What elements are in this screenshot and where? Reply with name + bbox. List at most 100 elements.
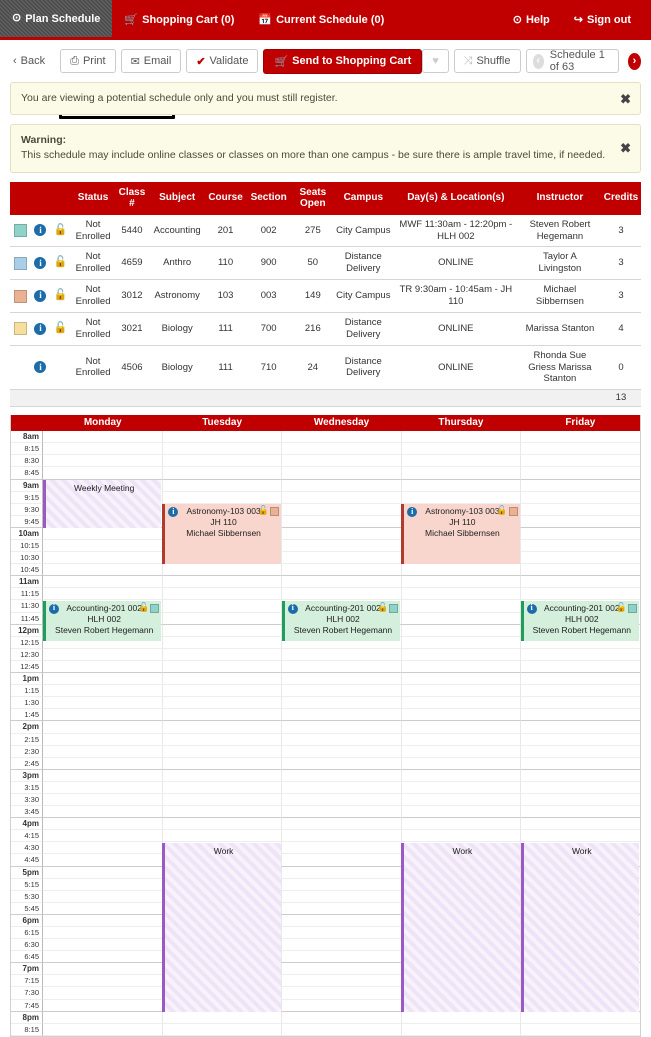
calendar-slot[interactable] xyxy=(43,830,163,843)
calendar-slot[interactable] xyxy=(43,902,163,915)
calendar-slot[interactable] xyxy=(282,540,402,553)
calendar-slot[interactable] xyxy=(401,612,522,625)
course-color-swatch-cell[interactable] xyxy=(10,312,32,346)
calendar-slot[interactable] xyxy=(401,636,522,649)
calendar-slot[interactable] xyxy=(43,733,163,746)
calendar-slot[interactable] xyxy=(162,769,283,782)
calendar-slot[interactable] xyxy=(282,999,402,1012)
calendar-slot[interactable] xyxy=(162,697,283,710)
calendar-slot[interactable] xyxy=(162,733,283,746)
calendar-slot[interactable] xyxy=(521,781,640,794)
calendar-slot[interactable] xyxy=(282,818,402,831)
calendar-slot[interactable] xyxy=(162,673,283,686)
calendar-slot[interactable] xyxy=(401,818,522,831)
validate-button[interactable]: ✔ Validate xyxy=(186,49,259,73)
calendar-slot[interactable] xyxy=(282,491,402,504)
calendar-slot[interactable] xyxy=(43,999,163,1012)
calendar-slot[interactable] xyxy=(401,455,522,468)
calendar-slot[interactable] xyxy=(282,1011,402,1024)
calendar-slot[interactable] xyxy=(401,588,522,601)
info-icon[interactable]: i xyxy=(34,289,47,302)
calendar-slot[interactable] xyxy=(162,781,283,794)
calendar-slot[interactable] xyxy=(401,431,522,444)
calendar-event-accounting-friday[interactable]: i 🔓 Accounting-201 002 HLH 002 Steven Robert… xyxy=(520,600,639,641)
calendar-slot[interactable] xyxy=(162,806,283,819)
calendar-slot[interactable] xyxy=(401,467,522,480)
calendar-slot[interactable] xyxy=(282,673,402,686)
calendar-slot[interactable] xyxy=(162,709,283,722)
calendar-slot[interactable] xyxy=(43,806,163,819)
calendar-slot[interactable] xyxy=(521,479,640,492)
unlock-icon[interactable]: 🔓 xyxy=(496,505,507,517)
send-to-shopping-cart-button[interactable]: 🛒 Send to Shopping Cart xyxy=(263,48,423,74)
calendar-slot[interactable] xyxy=(43,854,163,867)
close-icon[interactable]: ✖ xyxy=(620,142,631,155)
calendar-slot[interactable] xyxy=(521,697,640,710)
calendar-slot[interactable] xyxy=(282,914,402,927)
calendar-slot[interactable] xyxy=(282,842,402,855)
calendar-slot[interactable] xyxy=(43,431,163,444)
calendar-slot[interactable] xyxy=(282,781,402,794)
calendar-slot[interactable] xyxy=(43,975,163,988)
info-cell[interactable]: i xyxy=(31,312,50,346)
calendar-slot[interactable] xyxy=(521,721,640,734)
calendar-slot[interactable] xyxy=(401,830,522,843)
calendar-slot[interactable] xyxy=(43,697,163,710)
calendar-slot[interactable] xyxy=(43,781,163,794)
info-icon[interactable]: i xyxy=(407,507,418,517)
calendar-slot[interactable] xyxy=(282,685,402,698)
calendar-slot[interactable] xyxy=(401,769,522,782)
calendar-slot[interactable] xyxy=(43,878,163,891)
calendar-slot[interactable] xyxy=(401,721,522,734)
calendar-slot[interactable] xyxy=(401,757,522,770)
calendar-slot[interactable] xyxy=(162,1023,283,1036)
nav-link-sign-out[interactable]: ↪ Sign out xyxy=(562,0,643,40)
calendar-slot[interactable] xyxy=(282,552,402,565)
calendar-slot[interactable] xyxy=(521,540,640,553)
calendar-slot[interactable] xyxy=(43,648,163,661)
unlock-icon[interactable]: 🔓 xyxy=(54,322,68,334)
previous-schedule-button[interactable]: ‹ xyxy=(532,53,544,69)
course-color-swatch-cell[interactable] xyxy=(10,214,32,248)
lock-cell[interactable]: 🔓 xyxy=(49,279,71,313)
unlock-icon[interactable]: 🔓 xyxy=(138,602,149,614)
calendar-slot[interactable] xyxy=(162,624,283,637)
info-cell[interactable]: i xyxy=(31,246,50,281)
calendar-slot[interactable] xyxy=(43,890,163,903)
info-icon[interactable]: i xyxy=(526,603,537,614)
calendar-slot[interactable] xyxy=(521,588,640,601)
close-icon[interactable]: ✖ xyxy=(620,92,631,105)
calendar-slot[interactable] xyxy=(162,443,283,456)
calendar-slot[interactable] xyxy=(401,781,522,794)
calendar-event-weekly-meeting-monday[interactable]: Weekly Meeting xyxy=(43,479,162,528)
calendar-slot[interactable] xyxy=(43,564,163,577)
calendar-slot[interactable] xyxy=(162,721,283,734)
calendar-slot[interactable] xyxy=(282,527,402,540)
calendar-slot[interactable] xyxy=(43,527,163,540)
calendar-slot[interactable] xyxy=(521,769,640,782)
calendar-slot[interactable] xyxy=(401,793,522,807)
calendar-slot[interactable] xyxy=(282,697,402,710)
calendar-slot[interactable] xyxy=(43,1011,163,1024)
calendar-slot[interactable] xyxy=(43,455,163,468)
favorite-button[interactable]: ♥ xyxy=(422,49,449,73)
shuffle-button[interactable]: ⤨ Shuffle xyxy=(453,49,521,73)
calendar-slot[interactable] xyxy=(521,503,640,516)
info-cell[interactable]: i xyxy=(31,345,50,391)
calendar-slot[interactable] xyxy=(401,600,522,613)
calendar-slot[interactable] xyxy=(521,757,640,770)
calendar-slot[interactable] xyxy=(282,588,402,601)
course-color-swatch-cell[interactable] xyxy=(10,345,32,391)
calendar-slot[interactable] xyxy=(521,431,640,444)
calendar-slot[interactable] xyxy=(401,660,522,674)
calendar-slot[interactable] xyxy=(282,806,402,819)
calendar-slot[interactable] xyxy=(521,830,640,843)
calendar-slot[interactable] xyxy=(282,431,402,444)
calendar-slot[interactable] xyxy=(162,818,283,831)
calendar-slot[interactable] xyxy=(282,878,402,891)
lock-cell[interactable] xyxy=(49,345,71,391)
lock-cell[interactable]: 🔓 xyxy=(49,312,71,346)
calendar-slot[interactable] xyxy=(521,660,640,674)
unlock-icon[interactable]: 🔓 xyxy=(54,224,68,236)
calendar-slot[interactable] xyxy=(282,648,402,661)
